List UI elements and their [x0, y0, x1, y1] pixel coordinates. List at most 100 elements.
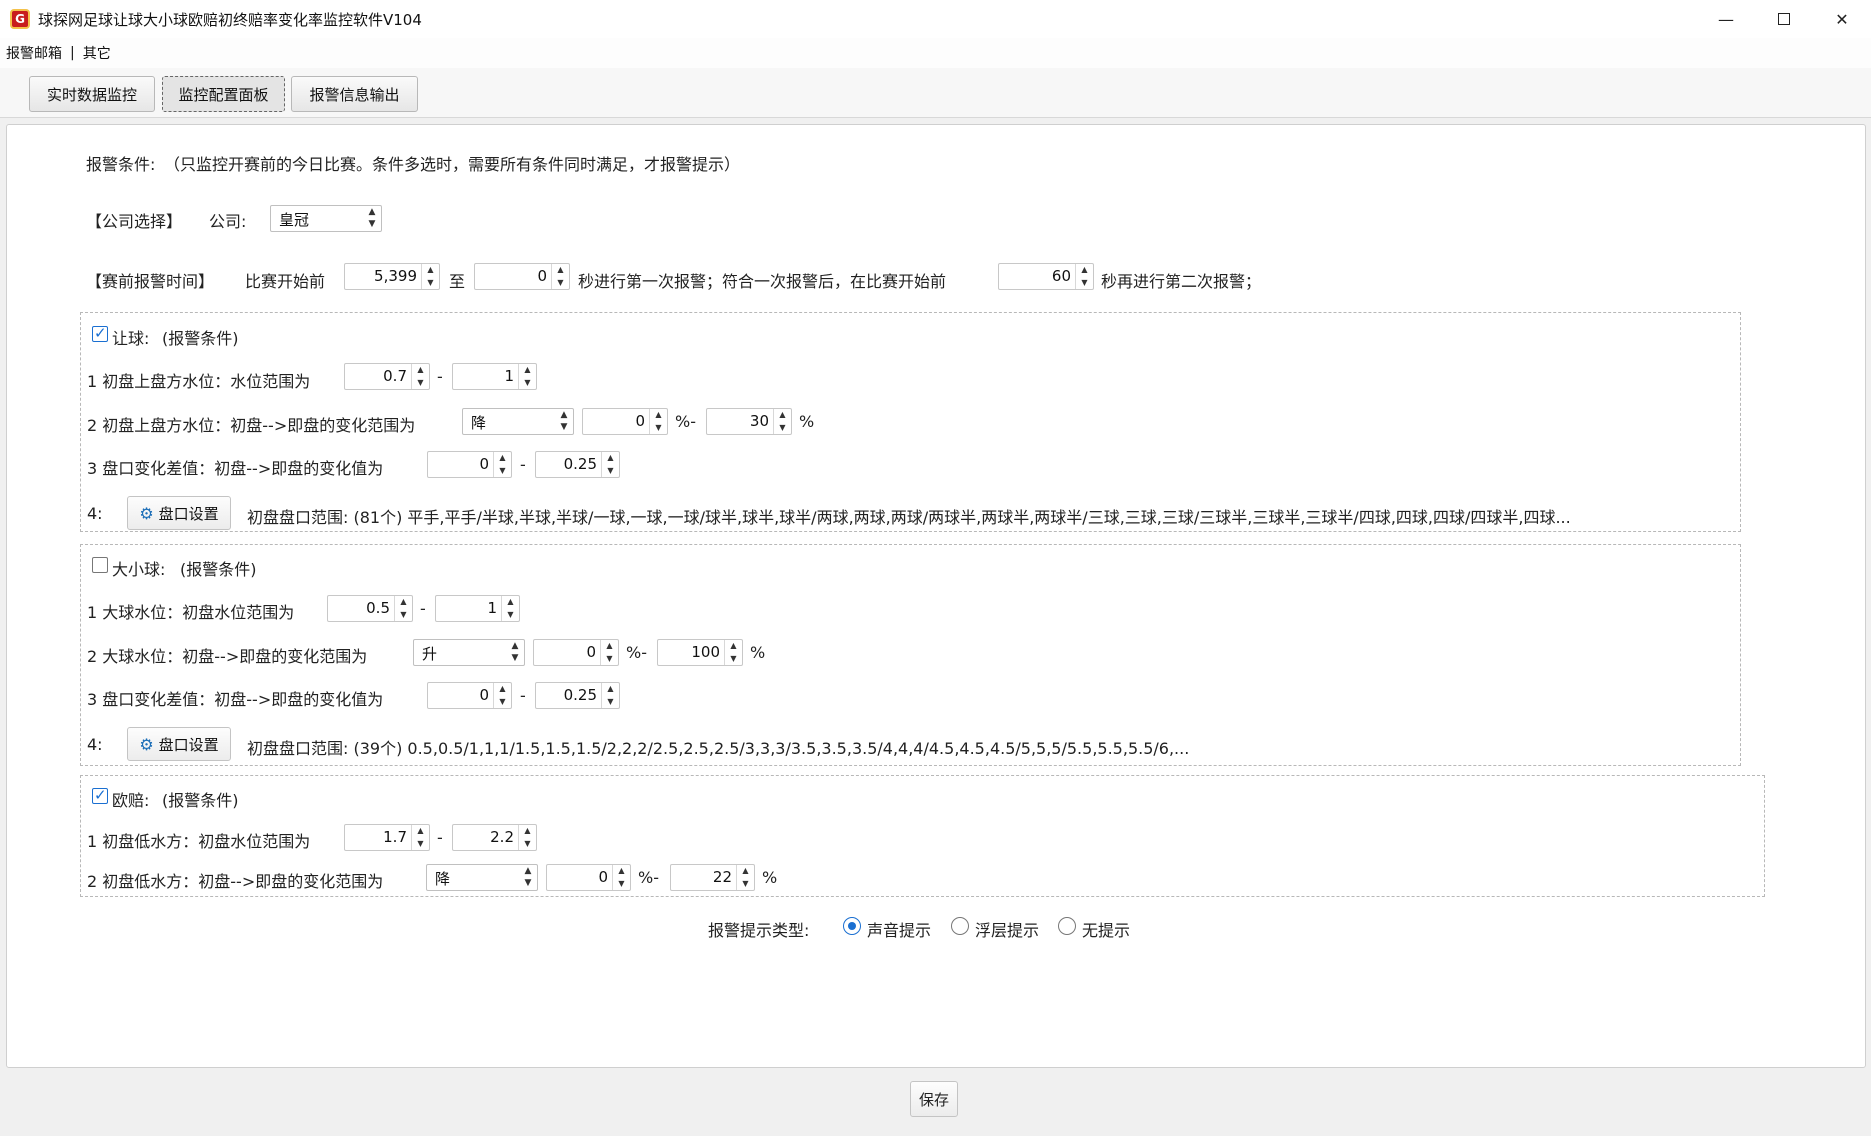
menu-alarm-email[interactable]: 报警邮箱 — [6, 43, 62, 63]
spinner-arrows[interactable]: ▲ ▼ — [551, 264, 569, 289]
company-select[interactable]: 皇冠 ▲ ▼ — [270, 205, 382, 232]
menu-bar: 报警邮箱 | 其它 — [0, 38, 1871, 68]
spinner-arrows[interactable]: ▲ ▼ — [601, 452, 619, 477]
spinner-arrows[interactable]: ▲ ▼ — [421, 264, 439, 289]
alert-sound-radio[interactable] — [843, 917, 861, 935]
alert-none-label[interactable]: 无提示 — [1082, 917, 1130, 941]
spinner-arrows[interactable]: ▲ ▼ — [493, 452, 511, 477]
tab-alarm-output[interactable]: 报警信息输出 — [291, 76, 418, 112]
european-row1-max-value: 2.2 — [490, 828, 514, 846]
percent-dash: %- — [675, 412, 696, 431]
handicap-row2-min-input[interactable]: 0 ▲ ▼ — [582, 408, 668, 435]
handicap-checkbox[interactable] — [92, 324, 108, 342]
alarm-conditions-note: （只监控开赛前的今日比赛。条件多选时，需要所有条件同时满足，才报警提示） — [164, 155, 741, 174]
prematch-end-text: 秒再进行第二次报警； — [1101, 272, 1262, 291]
handicap-line-settings-label: 盘口设置 — [158, 504, 219, 523]
handicap-row2-max-input[interactable]: 30 ▲ ▼ — [706, 408, 792, 435]
handicap-row1-max-value: 1 — [504, 367, 514, 385]
overunder-row2-min-input[interactable]: 0 ▲ ▼ — [533, 639, 619, 666]
handicap-title: 让球: — [112, 329, 150, 348]
menu-other[interactable]: 其它 — [83, 43, 111, 63]
select-arrows: ▲ ▼ — [560, 410, 568, 432]
prematch-second-input[interactable]: 60 ▲ ▼ — [998, 263, 1094, 290]
spinner-arrows[interactable]: ▲ ▼ — [724, 640, 742, 665]
european-row2-min-value: 0 — [598, 868, 608, 886]
prematch-before-label: 比赛开始前 — [245, 272, 326, 291]
alert-sound-label[interactable]: 声音提示 — [867, 917, 931, 941]
close-button[interactable]: ✕ — [1813, 0, 1871, 38]
spinner-arrows[interactable]: ▲ ▼ — [649, 409, 667, 434]
spinner-arrows[interactable]: ▲ ▼ — [600, 640, 618, 665]
spinner-arrows[interactable]: ▲ ▼ — [601, 683, 619, 708]
prematch-first-end-value: 0 — [537, 267, 547, 285]
prematch-first-start-value: 5,399 — [374, 267, 417, 285]
alert-none-radio[interactable] — [1058, 917, 1076, 935]
european-row1-min-input[interactable]: 1.7 ▲ ▼ — [344, 824, 430, 851]
overunder-row3-min-input[interactable]: 0 ▲ ▼ — [427, 682, 512, 709]
range-dash: - — [437, 828, 443, 847]
handicap-row3-max-input[interactable]: 0.25 ▲ ▼ — [535, 451, 620, 478]
spinner-arrows[interactable]: ▲ ▼ — [411, 364, 429, 389]
tab-realtime-monitor[interactable]: 实时数据监控 — [29, 76, 155, 112]
alert-popup-radio[interactable] — [951, 917, 969, 935]
maximize-button[interactable] — [1755, 0, 1813, 38]
handicap-line-settings-button[interactable]: ⚙ 盘口设置 — [127, 496, 231, 530]
spinner-arrows[interactable]: ▲ ▼ — [612, 865, 630, 890]
alert-popup-label[interactable]: 浮层提示 — [975, 917, 1039, 941]
handicap-row1-min-input[interactable]: 0.7 ▲ ▼ — [344, 363, 430, 390]
handicap-subtitle: (报警条件) — [162, 329, 239, 348]
overunder-line-settings-label: 盘口设置 — [158, 735, 219, 754]
european-checkbox[interactable] — [92, 786, 108, 804]
company-label: 公司: — [209, 212, 247, 231]
overunder-row1-label: 1 大球水位：初盘水位范围为 — [87, 603, 295, 622]
spinner-arrows[interactable]: ▲ ▼ — [394, 596, 412, 621]
overunder-checkbox[interactable] — [92, 557, 108, 573]
spinner-arrows[interactable]: ▲ ▼ — [736, 865, 754, 890]
overunder-line-settings-button[interactable]: ⚙ 盘口设置 — [127, 727, 231, 761]
handicap-row2-max-value: 30 — [749, 412, 769, 430]
european-row1-min-value: 1.7 — [383, 828, 407, 846]
percent-dash: %- — [626, 643, 647, 662]
prematch-first-start-input[interactable]: 5,399 ▲ ▼ — [344, 263, 440, 290]
spinner-arrows[interactable]: ▲ ▼ — [1075, 264, 1093, 289]
overunder-row1-min-input[interactable]: 0.5 ▲ ▼ — [327, 595, 413, 622]
minimize-button[interactable]: — — [1697, 0, 1755, 38]
title-bar: G 球探网足球让球大小球欧赔初终赔率变化率监控软件V104 — ✕ — [0, 0, 1871, 38]
overunder-row2-max-value: 100 — [691, 643, 720, 661]
range-dash: - — [520, 686, 526, 705]
handicap-row3-min-input[interactable]: 0 ▲ ▼ — [427, 451, 512, 478]
range-dash: - — [437, 367, 443, 386]
company-section-label: 【公司选择】 — [86, 212, 183, 231]
tab-monitor-config[interactable]: 监控配置面板 — [162, 76, 285, 112]
minimize-icon: — — [1718, 9, 1734, 29]
european-row2-max-input[interactable]: 22 ▲ ▼ — [670, 864, 755, 891]
overunder-row3-max-input[interactable]: 0.25 ▲ ▼ — [535, 682, 620, 709]
european-row2-min-input[interactable]: 0 ▲ ▼ — [546, 864, 631, 891]
spinner-arrows[interactable]: ▲ ▼ — [501, 596, 519, 621]
overunder-row2-max-input[interactable]: 100 ▲ ▼ — [657, 639, 743, 666]
spinner-arrows[interactable]: ▲ ▼ — [518, 825, 536, 850]
spinner-arrows[interactable]: ▲ ▼ — [493, 683, 511, 708]
prematch-to-label: 至 — [449, 272, 466, 291]
european-row1-label: 1 初盘低水方：初盘水位范围为 — [87, 832, 311, 851]
overunder-row4-label: 4: — [87, 735, 103, 754]
alert-type-label: 报警提示类型: — [708, 921, 810, 940]
handicap-row1-max-input[interactable]: 1 ▲ ▼ — [452, 363, 537, 390]
european-row2-direction-select[interactable]: 降 ▲ ▼ — [426, 864, 538, 891]
company-select-arrows: ▲ ▼ — [368, 207, 376, 229]
handicap-row2-direction-value: 降 — [471, 414, 487, 432]
save-button[interactable]: 保存 — [910, 1081, 958, 1117]
handicap-row3-max-value: 0.25 — [563, 455, 597, 473]
handicap-row2-direction-select[interactable]: 降 ▲ ▼ — [462, 408, 574, 435]
prematch-first-end-input[interactable]: 0 ▲ ▼ — [474, 263, 570, 290]
spinner-arrows[interactable]: ▲ ▼ — [773, 409, 791, 434]
overunder-row1-max-input[interactable]: 1 ▲ ▼ — [435, 595, 520, 622]
european-row2-label: 2 初盘低水方：初盘-->即盘的变化范围为 — [87, 872, 384, 891]
spinner-arrows[interactable]: ▲ ▼ — [411, 825, 429, 850]
window-controls: — ✕ — [1697, 0, 1871, 38]
select-arrows: ▲ ▼ — [511, 641, 519, 663]
overunder-row2-direction-select[interactable]: 升 ▲ ▼ — [413, 639, 525, 666]
spinner-arrows[interactable]: ▲ ▼ — [518, 364, 536, 389]
european-row1-max-input[interactable]: 2.2 ▲ ▼ — [452, 824, 537, 851]
handicap-line-range-text: 初盘盘口范围: (81个) 平手,平手/半球,半球,半球/一球,一球,一球/球半… — [247, 508, 1571, 527]
